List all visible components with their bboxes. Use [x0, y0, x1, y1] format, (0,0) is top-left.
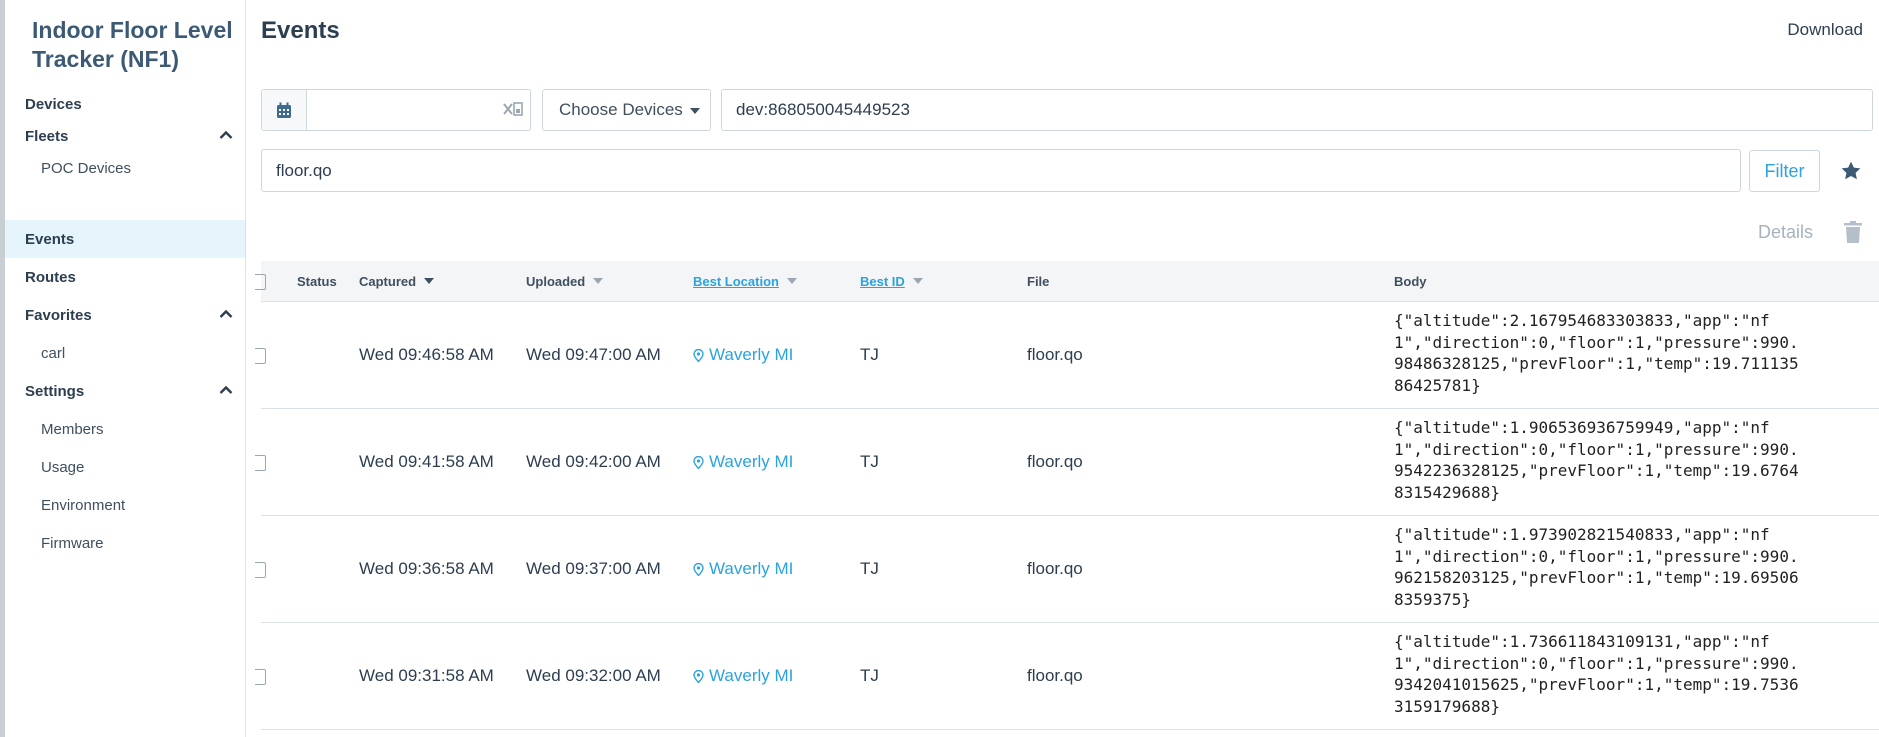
sidebar-item-label: Events	[25, 230, 75, 248]
table-header: Status Captured Uploaded Best Location B…	[255, 261, 1879, 302]
column-uploaded[interactable]: Uploaded	[526, 261, 604, 301]
row-body: {"altitude":1.906536936759949,"app":"nf1…	[1394, 418, 1799, 502]
sidebar-item-label: Firmware	[41, 534, 104, 552]
sidebar-item-label: Routes	[25, 268, 76, 286]
row-best-id: TJ	[860, 452, 879, 471]
location-pin-icon	[693, 562, 704, 576]
row-best-id: TJ	[860, 345, 879, 364]
star-icon[interactable]	[1840, 160, 1862, 182]
date-range-picker[interactable]	[261, 89, 531, 131]
row-location-label: Waverly MI	[709, 345, 794, 364]
sidebar-item-label: Devices	[25, 95, 82, 113]
table-row[interactable]: Wed 09:31:58 AM Wed 09:32:00 AM Waverly …	[255, 623, 1879, 730]
sidebar-item-poc-devices[interactable]: POC Devices	[5, 149, 245, 187]
row-location-link[interactable]: Waverly MI	[693, 623, 793, 729]
sidebar-item-favorites[interactable]: Favorites	[5, 296, 245, 334]
select-all-checkbox[interactable]	[255, 274, 266, 290]
table-row[interactable]: Wed 09:36:58 AM Wed 09:37:00 AM Waverly …	[255, 516, 1879, 623]
row-captured: Wed 09:36:58 AM	[359, 559, 494, 578]
location-pin-icon	[693, 348, 704, 362]
chevron-up-icon[interactable]	[219, 309, 233, 319]
row-captured: Wed 09:41:58 AM	[359, 452, 494, 471]
sidebar-item-label: carl	[41, 344, 66, 362]
column-status: Status	[297, 273, 337, 289]
choose-devices-select[interactable]: Choose Devices	[542, 89, 711, 131]
row-file: floor.qo	[1027, 666, 1083, 685]
row-captured: Wed 09:46:58 AM	[359, 345, 494, 364]
column-file: File	[1027, 273, 1050, 289]
sidebar-item-routes[interactable]: Routes	[5, 258, 245, 296]
location-pin-icon	[693, 669, 704, 683]
sidebar-item-members[interactable]: Members	[5, 410, 245, 448]
sidebar-item-label: POC Devices	[41, 159, 132, 177]
column-best-id[interactable]: Best ID	[860, 261, 923, 301]
row-uploaded: Wed 09:32:00 AM	[526, 666, 661, 685]
choose-devices-label: Choose Devices	[559, 100, 683, 119]
row-file: floor.qo	[1027, 345, 1083, 364]
details-button[interactable]: Details	[1758, 222, 1813, 243]
row-checkbox[interactable]	[255, 562, 266, 578]
trash-icon[interactable]	[1844, 221, 1862, 243]
row-location-link[interactable]: Waverly MI	[693, 409, 793, 515]
row-body: {"altitude":1.736611843109131,"app":"nf1…	[1394, 632, 1799, 716]
sidebar-item-label: Members	[41, 420, 104, 438]
row-location-label: Waverly MI	[709, 452, 794, 471]
device-query-input[interactable]	[721, 89, 1873, 131]
sidebar-item-events[interactable]: Events	[5, 220, 245, 258]
row-location-link[interactable]: Waverly MI	[693, 516, 793, 622]
page-title: Events	[261, 17, 340, 44]
chevron-up-icon[interactable]	[219, 385, 233, 395]
row-checkbox[interactable]	[255, 455, 266, 471]
main-panel: Events Download Choose Devices Filter	[246, 0, 1879, 737]
sidebar: Indoor Floor Level Tracker (NF1) Devices…	[5, 0, 246, 737]
row-file: floor.qo	[1027, 452, 1083, 471]
sidebar-item-label: Favorites	[25, 306, 92, 324]
row-checkbox[interactable]	[255, 669, 266, 685]
sidebar-item-label: Settings	[25, 382, 85, 400]
column-captured[interactable]: Captured	[359, 261, 435, 301]
sidebar-item-environment[interactable]: Environment	[5, 486, 245, 524]
row-best-id: TJ	[860, 559, 879, 578]
file-filter-input[interactable]	[261, 149, 1741, 192]
location-pin-icon	[693, 455, 704, 469]
sidebar-item-settings[interactable]: Settings	[5, 372, 245, 410]
row-location-label: Waverly MI	[709, 666, 794, 685]
row-uploaded: Wed 09:47:00 AM	[526, 345, 661, 364]
filter-button[interactable]: Filter	[1749, 150, 1820, 192]
chevron-down-icon	[690, 108, 700, 114]
sidebar-item-label: Fleets	[25, 127, 69, 145]
sidebar-item-usage[interactable]: Usage	[5, 448, 245, 486]
row-body: {"altitude":2.167954683303833,"app":"nf1…	[1394, 311, 1799, 395]
calendar-icon	[277, 102, 291, 118]
column-best-location[interactable]: Best Location	[693, 261, 797, 301]
app-title: Indoor Floor Level Tracker (NF1)	[32, 17, 233, 72]
calendar-button[interactable]	[262, 90, 307, 130]
row-file: floor.qo	[1027, 559, 1083, 578]
row-location-link[interactable]: Waverly MI	[693, 302, 793, 408]
row-body: {"altitude":1.973902821540833,"app":"nf1…	[1394, 525, 1799, 609]
sort-caret-icon	[786, 278, 797, 284]
table-row[interactable]: Wed 09:46:58 AM Wed 09:47:00 AM Waverly …	[255, 302, 1879, 409]
chevron-up-icon[interactable]	[219, 130, 233, 140]
sort-caret-icon	[593, 278, 604, 284]
sidebar-item-carl[interactable]: carl	[5, 334, 245, 372]
row-uploaded: Wed 09:42:00 AM	[526, 452, 661, 471]
download-link[interactable]: Download	[1787, 20, 1863, 40]
table-row[interactable]: Wed 09:41:58 AM Wed 09:42:00 AM Waverly …	[255, 409, 1879, 516]
sidebar-item-label: Environment	[41, 496, 126, 514]
column-body: Body	[1394, 273, 1427, 289]
sidebar-item-label: Usage	[41, 458, 85, 476]
row-checkbox[interactable]	[255, 348, 266, 364]
row-captured: Wed 09:31:58 AM	[359, 666, 494, 685]
clear-date-icon[interactable]	[502, 100, 524, 120]
row-best-id: TJ	[860, 666, 879, 685]
row-location-label: Waverly MI	[709, 559, 794, 578]
sort-caret-icon	[912, 278, 923, 284]
sort-caret-icon	[424, 278, 435, 284]
row-uploaded: Wed 09:37:00 AM	[526, 559, 661, 578]
sidebar-item-firmware[interactable]: Firmware	[5, 524, 245, 562]
